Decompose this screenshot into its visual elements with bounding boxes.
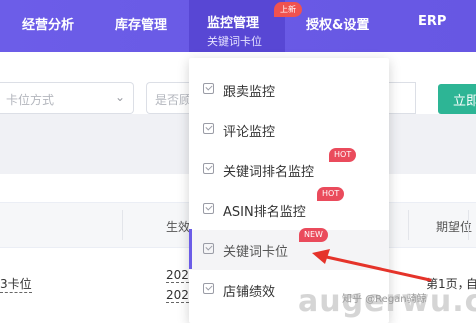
monitor-icon [203, 163, 214, 174]
nav-item-erp[interactable]: ERP [418, 14, 446, 29]
nav-item-authorization-settings[interactable]: 授权&设置 [306, 14, 369, 33]
menu-item-keyword-rank-monitor[interactable]: 关键词排名监控 [189, 150, 389, 190]
top-navigation: 经营分析 库存管理 监控管理 关键词卡位 上新 授权&设置 ERP [0, 0, 476, 52]
monitor-icon [203, 203, 214, 214]
menu-item-label: 关键词排名监控 [223, 165, 315, 180]
column-header-effective: 生效 [166, 220, 191, 234]
row-name[interactable]: 3卡位 [0, 275, 32, 293]
menu-item-label: ASIN排名监控 [223, 205, 306, 220]
hot-badge: HOT [317, 187, 345, 201]
nav-item-inventory[interactable]: 库存管理 [115, 14, 167, 33]
row-date-start: 202 [166, 268, 189, 283]
menu-item-label: 评论监控 [223, 125, 276, 140]
monitor-icon [203, 243, 214, 254]
menu-item-label: 跟卖监控 [223, 85, 276, 100]
add-now-button-label: 立即 [453, 94, 476, 109]
page: { "topnav": { "items": ["经营分析", "库存管理", … [0, 0, 476, 323]
add-now-button[interactable]: 立即 [438, 84, 476, 114]
nav-item-monitoring-sub: 关键词卡位 [207, 35, 262, 48]
nav-item-business-analysis[interactable]: 经营分析 [22, 14, 74, 33]
column-divider [408, 210, 409, 240]
column-divider [122, 210, 123, 240]
menu-item-keyword-slot[interactable]: 关键词卡位 [189, 230, 389, 270]
status-placeholder: 是否顾 [155, 93, 192, 107]
menu-item-follow-sell-monitor[interactable]: 跟卖监控 [189, 70, 389, 110]
monitor-icon [203, 123, 214, 134]
source-watermark: 知乎 @Regan骑鲸 [342, 294, 427, 305]
column-header-expected-position: 期望位 [436, 220, 473, 234]
active-indicator [189, 229, 192, 269]
column-divider [468, 210, 469, 240]
menu-item-label: 关键词卡位 [223, 245, 289, 260]
slot-mode-select[interactable]: 卡位方式 ⌄ [0, 82, 134, 114]
nav-item-monitoring-label: 监控管理 [207, 16, 260, 31]
monitor-icon [203, 83, 214, 94]
row-date-end: 202 [166, 288, 189, 303]
slot-mode-placeholder: 卡位方式 [6, 93, 55, 107]
chevron-down-icon: ⌄ [114, 90, 125, 104]
menu-item-label: 店铺绩效 [223, 285, 276, 300]
monitor-icon [203, 283, 214, 294]
nav-item-monitoring[interactable]: 监控管理 关键词卡位 [189, 0, 285, 52]
hot-badge: HOT [329, 148, 357, 162]
menu-item-asin-rank-monitor[interactable]: ASIN排名监控 [189, 190, 389, 230]
new-badge: 上新 [274, 2, 302, 17]
new-badge: NEW [299, 228, 328, 242]
menu-item-review-monitor[interactable]: 评论监控 [189, 110, 389, 150]
